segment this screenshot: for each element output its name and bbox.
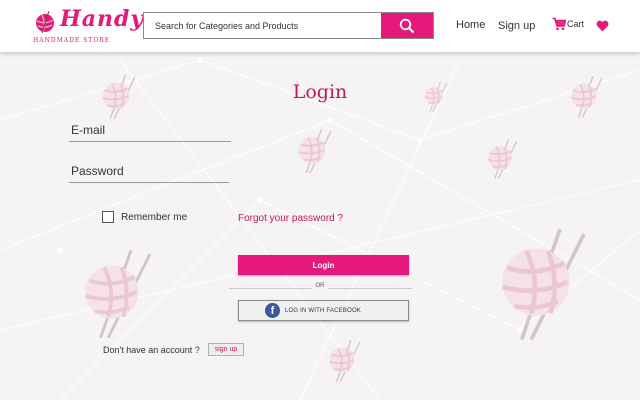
brand-name: Handy xyxy=(60,6,145,32)
facebook-icon: f xyxy=(265,303,280,318)
signup-button[interactable]: sign up xyxy=(208,343,244,356)
email-field[interactable] xyxy=(69,118,231,142)
password-field[interactable] xyxy=(69,159,229,183)
background-decoration xyxy=(0,57,640,400)
brand-logo[interactable]: Handy HANDMADE STORE xyxy=(30,6,143,48)
search-button[interactable] xyxy=(381,13,433,38)
remember-me-checkbox[interactable] xyxy=(102,211,114,223)
login-button[interactable]: Login xyxy=(238,255,409,275)
forgot-password-link[interactable]: Forgot your password ? xyxy=(238,213,343,224)
search-bar xyxy=(143,12,434,39)
nav-signup-link[interactable]: Sign up xyxy=(498,20,535,32)
nav-home-link[interactable]: Home xyxy=(456,19,485,31)
cart-icon xyxy=(552,17,566,31)
brand-tagline: HANDMADE STORE xyxy=(33,37,111,44)
search-input[interactable] xyxy=(144,13,382,38)
yarn-ball-icon xyxy=(36,11,54,33)
no-account-text: Don't have an account ? xyxy=(103,345,200,355)
remember-me-label: Remember me xyxy=(121,211,188,223)
facebook-login-button[interactable]: f LOG IN WITH FACEBOOK xyxy=(238,300,409,321)
or-label: OR xyxy=(312,283,328,289)
facebook-login-label: LOG IN WITH FACEBOOK xyxy=(285,307,362,314)
remember-me-option[interactable]: Remember me xyxy=(102,211,187,223)
page-title: Login xyxy=(292,81,348,103)
cart-link[interactable]: Cart xyxy=(552,17,584,31)
heart-icon[interactable] xyxy=(596,20,609,32)
cart-label: Cart xyxy=(567,19,585,29)
search-icon xyxy=(399,18,415,33)
site-header: Handy HANDMADE STORE Home Sign up Cart xyxy=(0,0,640,52)
